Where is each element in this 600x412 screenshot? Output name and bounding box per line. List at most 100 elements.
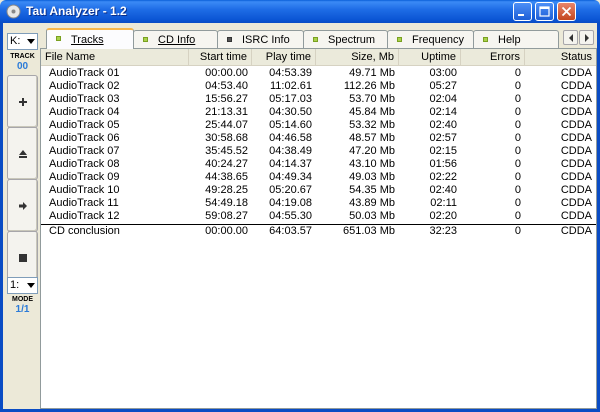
drive-select[interactable]: K: — [7, 33, 38, 50]
led-icon — [56, 36, 61, 41]
tab-frequency[interactable]: Frequency — [387, 30, 474, 48]
cell-status: CDDA — [560, 93, 592, 105]
close-button[interactable] — [557, 2, 576, 21]
cell-uptime: 32:23 — [429, 225, 457, 237]
cell-errors: 0 — [514, 93, 521, 105]
tab-help[interactable]: Help — [473, 30, 559, 48]
led-icon — [227, 37, 232, 42]
table-row[interactable]: AudioTrack 12 59:08.27 04:55.30 50.03 Mb 02:… — [41, 210, 596, 223]
chevron-down-icon — [27, 283, 35, 288]
column-header-play-time[interactable]: Play time — [252, 49, 316, 66]
add-button[interactable] — [7, 75, 38, 128]
cell-status: CDDA — [560, 106, 592, 118]
cell-start-time: 15:56.27 — [205, 93, 248, 105]
plus-icon — [19, 98, 27, 106]
cell-file-name: AudioTrack 06 — [49, 132, 120, 144]
cell-play-time: 64:03.57 — [269, 225, 312, 237]
tab-spectrum[interactable]: Spectrum — [303, 30, 388, 48]
cell-status: CDDA — [560, 119, 592, 131]
cell-file-name: AudioTrack 11 — [49, 197, 119, 209]
tab-isrc-info[interactable]: ISRC Info — [217, 30, 304, 48]
table-row[interactable]: AudioTrack 09 44:38.65 04:49.34 49.03 Mb 02:… — [41, 171, 596, 184]
cell-errors: 0 — [514, 171, 521, 183]
play-button[interactable] — [7, 179, 38, 232]
cell-size: 53.70 Mb — [349, 93, 395, 105]
cell-uptime: 02:04 — [429, 93, 457, 105]
cell-size: 48.57 Mb — [349, 132, 395, 144]
led-icon — [143, 37, 148, 42]
cell-uptime: 02:22 — [429, 171, 457, 183]
cell-uptime: 02:20 — [429, 210, 457, 222]
arrow-right-icon — [19, 202, 27, 210]
cell-file-name: AudioTrack 04 — [49, 106, 120, 118]
tab-cd-info[interactable]: CD Info — [133, 30, 218, 48]
close-icon — [561, 6, 572, 17]
cell-size: 54.35 Mb — [349, 184, 395, 196]
cell-uptime: 03:00 — [429, 67, 457, 79]
cell-start-time: 40:24.27 — [205, 158, 248, 170]
column-header-start-time[interactable]: Start time — [189, 49, 252, 66]
cell-size: 43.89 Mb — [349, 197, 395, 209]
table-row[interactable]: AudioTrack 08 40:24.27 04:14.37 43.10 Mb 01:… — [41, 158, 596, 171]
tab-tracks[interactable]: Tracks — [46, 28, 134, 49]
chevron-right-icon — [585, 34, 589, 42]
tracks-list: File Name Start time Play time Size, Mb … — [40, 48, 597, 409]
table-row[interactable]: AudioTrack 07 35:45.52 04:38.49 47.20 Mb 02:… — [41, 145, 596, 158]
cell-play-time: 11:02.61 — [269, 80, 312, 92]
cell-start-time: 54:49.18 — [205, 197, 248, 209]
cell-file-name: AudioTrack 02 — [49, 80, 120, 92]
cell-size: 53.32 Mb — [349, 119, 395, 131]
table-row[interactable]: AudioTrack 04 21:13.31 04:30.50 45.84 Mb 02:… — [41, 106, 596, 119]
stop-icon — [19, 254, 27, 262]
column-header-file-name[interactable]: File Name — [41, 49, 189, 66]
tab-scroll-right-button[interactable] — [579, 30, 594, 45]
column-header-errors[interactable]: Errors — [461, 49, 525, 66]
table-row[interactable]: AudioTrack 10 49:28.25 05:20.67 54.35 Mb 02:… — [41, 184, 596, 197]
cell-status: CDDA — [560, 225, 592, 237]
led-icon — [483, 37, 488, 42]
cell-start-time: 25:44.07 — [205, 119, 248, 131]
table-row[interactable]: AudioTrack 02 04:53.40 11:02.61 112.26 Mb 05… — [41, 80, 596, 93]
cell-errors: 0 — [514, 225, 521, 237]
cell-size: 112.26 Mb — [343, 80, 395, 92]
table-row[interactable]: AudioTrack 01 00:00.00 04:53.39 49.71 Mb 03:… — [41, 67, 596, 80]
column-header-size[interactable]: Size, Mb — [316, 49, 399, 66]
cell-status: CDDA — [560, 145, 592, 157]
maximize-button[interactable] — [535, 2, 554, 21]
minimize-button[interactable] — [513, 2, 532, 21]
tab-scroll-left-button[interactable] — [563, 30, 578, 45]
cell-status: CDDA — [560, 197, 592, 209]
summary-row[interactable]: CD conclusion 00:00.00 64:03.57 651.03 Mb 32… — [41, 224, 596, 237]
cell-start-time: 35:45.52 — [205, 145, 248, 157]
chevron-left-icon — [569, 34, 573, 42]
cell-errors: 0 — [514, 106, 521, 118]
mode-value: 1/1 — [15, 304, 30, 315]
cell-uptime: 02:40 — [429, 184, 457, 196]
cell-size: 50.03 Mb — [349, 210, 395, 222]
table-row[interactable]: AudioTrack 03 15:56.27 05:17.03 53.70 Mb 02:… — [41, 93, 596, 106]
cell-play-time: 04:19.08 — [269, 197, 312, 209]
cell-status: CDDA — [560, 184, 592, 196]
cell-file-name: AudioTrack 09 — [49, 171, 120, 183]
table-row[interactable]: AudioTrack 05 25:44.07 05:14.60 53.32 Mb 02:… — [41, 119, 596, 132]
cell-play-time: 05:17.03 — [269, 93, 312, 105]
tab-label: Help — [498, 34, 521, 46]
mode-select-value: 1: — [10, 279, 20, 291]
cell-uptime: 02:15 — [429, 145, 457, 157]
app-icon — [6, 4, 21, 19]
column-header-uptime[interactable]: Uptime — [399, 49, 461, 66]
maximize-icon — [539, 6, 550, 17]
window-title: Tau Analyzer - 1.2 — [26, 4, 127, 18]
cell-errors: 0 — [514, 119, 521, 131]
cell-status: CDDA — [560, 80, 592, 92]
table-row[interactable]: AudioTrack 11 54:49.18 04:19.08 43.89 Mb 02:… — [41, 197, 596, 210]
cell-play-time: 04:30.50 — [269, 106, 312, 118]
cell-uptime: 01:56 — [429, 158, 457, 170]
column-header-status[interactable]: Status — [525, 49, 596, 66]
mode-select[interactable]: 1: — [7, 277, 38, 294]
table-row[interactable]: AudioTrack 06 30:58.68 04:46.58 48.57 Mb 02:… — [41, 132, 596, 145]
cell-start-time: 44:38.65 — [205, 171, 248, 183]
cell-uptime: 02:11 — [430, 197, 457, 209]
eject-button[interactable] — [7, 127, 38, 180]
cell-start-time: 00:00.00 — [205, 67, 248, 79]
